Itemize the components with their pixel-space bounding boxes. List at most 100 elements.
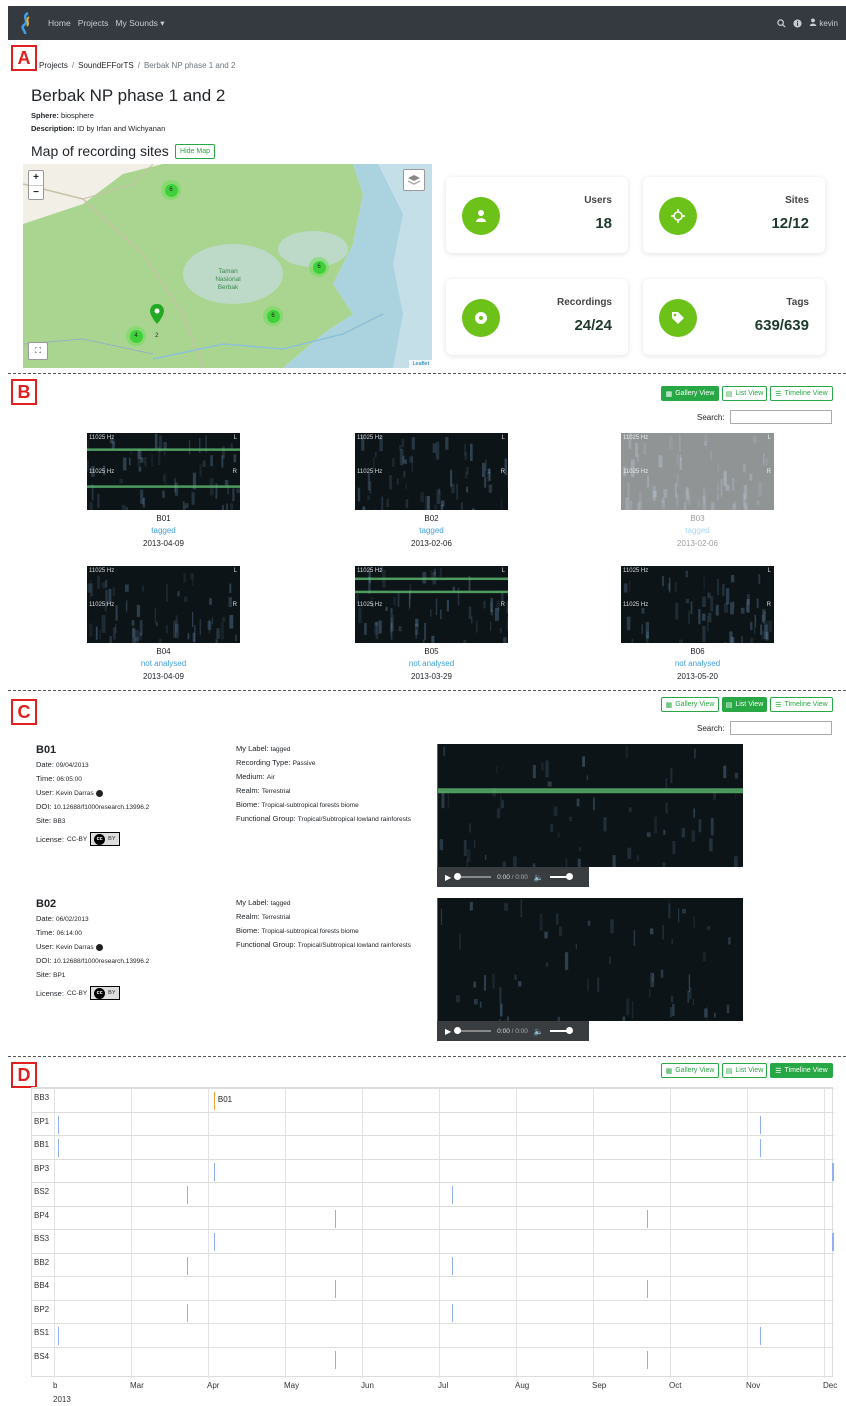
gallery-view-button[interactable]: ▦ Gallery View [661,386,719,401]
seek-handle[interactable] [454,873,462,880]
attribution-link[interactable]: Leaflet [412,361,429,367]
cluster-marker[interactable]: 6 [263,306,283,326]
timeline-event[interactable] [334,1209,337,1228]
audio-player[interactable]: ▶ 0:00 / 0:00 🔈 [437,867,589,887]
timeline-event[interactable] [334,1280,337,1298]
timeline-event[interactable] [213,1233,216,1251]
timeline-row[interactable]: BS4 [32,1346,834,1371]
doi-value[interactable]: 10.12688/f1000research.13996.2 [54,958,150,965]
volume-slider[interactable] [549,873,573,880]
timeline-event[interactable] [57,1115,60,1134]
cc-by-badge-icon[interactable]: cc BY [90,832,120,846]
seek-handle[interactable] [454,1027,462,1034]
doi-value[interactable]: 10.12688/f1000research.13996.2 [54,804,150,811]
timeline-event[interactable] [759,1327,762,1345]
gallery-view-button[interactable]: ▦ Gallery View [661,697,719,712]
timeline-event[interactable] [451,1186,454,1204]
recording-sites-map[interactable]: Taman Nasional Berbak + − ⛶ 6 6 6 4 2 Le… [23,164,432,368]
timeline-event[interactable] [186,1256,189,1275]
zoom-out-button[interactable]: − [29,186,43,201]
volume-icon[interactable]: 🔈 [534,1027,544,1036]
gallery-item-name[interactable]: B06 [621,647,774,656]
timeline-event[interactable] [57,1327,60,1345]
timeline-event[interactable] [759,1115,762,1134]
gallery-item-name[interactable]: B05 [355,647,508,656]
nav-my-sounds-dropdown[interactable]: My Sounds ▾ [115,18,164,29]
gallery-item-status[interactable]: tagged [621,526,774,535]
timeline-event[interactable] [832,1162,834,1181]
timeline-event[interactable] [186,1186,189,1204]
play-button[interactable]: ▶ [445,873,451,882]
volume-handle[interactable] [565,1027,573,1034]
breadcrumb-project[interactable]: SoundEFForTS [78,61,134,70]
timeline-row[interactable]: BP2 [32,1299,834,1324]
timeline-row[interactable]: BB4 [32,1276,834,1300]
user-menu[interactable]: kevin [809,18,838,28]
zoom-in-button[interactable]: + [29,171,43,186]
timeline-event[interactable] [451,1256,454,1275]
map-attribution[interactable]: Leaflet [409,360,432,368]
gallery-thumbnail[interactable]: 11025 Hz L 11025 Hz R [87,566,240,643]
timeline-event[interactable] [57,1139,60,1157]
timeline-view-button[interactable]: ☰ Timeline View [770,1063,833,1078]
cc-by-badge-icon[interactable]: cc BY [90,986,120,1000]
recording-name[interactable]: B01 [36,744,56,756]
timeline-row[interactable]: BS1 [32,1323,834,1347]
timeline-event[interactable] [186,1303,189,1322]
fullscreen-button[interactable]: ⛶ [28,342,48,360]
recording-spectrogram[interactable] [437,898,743,1021]
timeline-event-label[interactable]: B01 [218,1095,232,1104]
info-icon[interactable] [793,18,802,28]
gallery-item-name[interactable]: B04 [87,647,240,656]
app-logo[interactable] [16,11,36,35]
timeline-row[interactable]: BB3 B01 [32,1088,834,1112]
volume-handle[interactable] [565,873,573,880]
hide-map-button[interactable]: Hide Map [175,144,215,159]
gallery-item-name[interactable]: B01 [87,514,240,523]
timeline-event[interactable] [213,1162,216,1181]
gallery-item-name[interactable]: B03 [621,514,774,523]
gallery-thumbnail[interactable]: 11025 Hz L 11025 Hz R [355,433,508,510]
breadcrumb-projects[interactable]: Projects [39,61,68,70]
recording-name[interactable]: B02 [36,898,56,910]
nav-home-link[interactable]: Home [48,18,71,28]
cluster-marker[interactable]: 6 [161,180,181,200]
gallery-thumbnail[interactable]: 11025 Hz L 11025 Hz R [355,566,508,643]
gallery-thumbnail[interactable]: 11025 Hz L 11025 Hz R [621,433,774,510]
gallery-item-status[interactable]: tagged [355,526,508,535]
timeline-row[interactable]: BS2 [32,1182,834,1206]
recording-spectrogram[interactable] [437,744,743,867]
volume-icon[interactable]: 🔈 [534,873,544,882]
timeline-event[interactable] [334,1350,337,1369]
orcid-icon[interactable] [95,943,103,951]
seek-bar[interactable] [454,873,492,880]
timeline-event[interactable] [646,1209,649,1228]
gallery-item-status[interactable]: not analysed [87,659,240,668]
seek-bar[interactable] [454,1027,492,1034]
timeline-chart[interactable]: BB3 B01 BP1 BB1 BP3 BS2 BP4 BS3 BB2 BB4 BP2 BS1 BS4 [31,1087,834,1378]
timeline-view-button[interactable]: ☰ Timeline View [770,386,833,401]
nav-projects-link[interactable]: Projects [78,18,109,28]
list-view-button[interactable]: ▤ List View [722,697,767,712]
timeline-event[interactable] [759,1139,762,1157]
timeline-event[interactable] [646,1280,649,1298]
timeline-event[interactable] [646,1350,649,1369]
gallery-view-button[interactable]: ▦ Gallery View [661,1063,719,1078]
timeline-event[interactable] [832,1233,834,1251]
gallery-item-name[interactable]: B02 [355,514,508,523]
cluster-marker[interactable]: 6 [309,257,329,277]
list-view-button[interactable]: ▤ List View [722,1063,767,1078]
timeline-row[interactable]: BS3 [32,1229,834,1253]
timeline-row[interactable]: BB1 [32,1135,834,1159]
timeline-row[interactable]: BP3 [32,1158,834,1183]
timeline-row[interactable]: BB2 [32,1252,834,1277]
user-value[interactable]: Kevin Darras [56,944,94,951]
play-button[interactable]: ▶ [445,1027,451,1036]
search-input[interactable] [730,721,832,735]
timeline-row[interactable]: BP4 [32,1205,834,1230]
map-pin-icon[interactable] [150,304,164,324]
volume-slider[interactable] [549,1027,573,1034]
search-icon[interactable] [777,18,786,28]
search-input[interactable] [730,410,832,424]
gallery-item-status[interactable]: not analysed [621,659,774,668]
